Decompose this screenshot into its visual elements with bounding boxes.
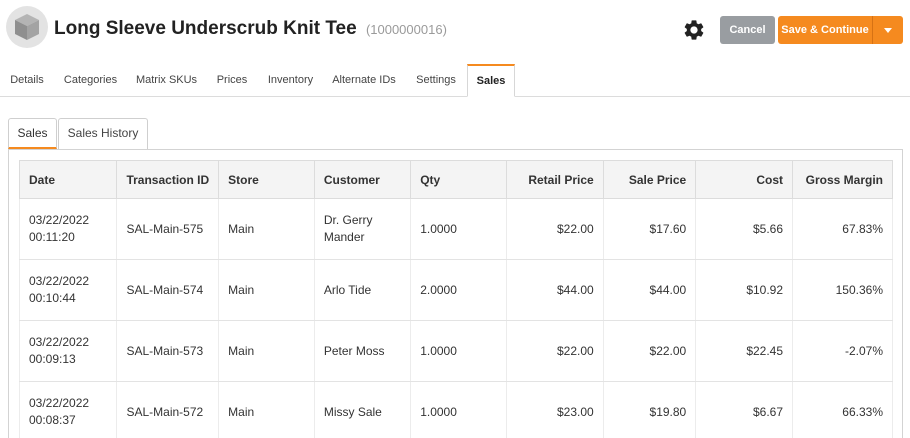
cell-retail-price: $22.00: [506, 320, 604, 382]
cell-transaction-id: SAL-Main-574: [116, 259, 220, 321]
cell-cost: $6.67: [695, 381, 794, 438]
column-header-sale-price[interactable]: Sale Price: [602, 160, 697, 199]
cell-qty: 1.0000: [410, 320, 508, 382]
cell-gross-margin: 67.83%: [792, 198, 893, 260]
cancel-button[interactable]: Cancel: [720, 16, 775, 44]
tab-details[interactable]: Details: [0, 64, 54, 97]
product-sku: (1000000016): [365, 22, 447, 37]
product-logo: [6, 6, 48, 48]
subtab-sales[interactable]: Sales: [8, 118, 57, 149]
cell-date: 03/22/2022 00:08:37: [18, 381, 118, 438]
table-row[interactable]: 03/22/2022 00:08:37 SAL-Main-572 Main Mis…: [18, 381, 893, 438]
cell-date: 03/22/2022 00:10:44: [18, 259, 118, 321]
cell-transaction-id: SAL-Main-572: [116, 381, 220, 438]
tab-inventory[interactable]: Inventory: [258, 64, 323, 97]
cell-customer: Dr. Gerry Mander: [313, 198, 412, 260]
subtab-sales-history[interactable]: Sales History: [58, 118, 148, 149]
cell-transaction-id: SAL-Main-575: [116, 198, 220, 260]
time-value: 00:10:44: [29, 291, 76, 305]
cell-qty: 2.0000: [410, 259, 508, 321]
time-value: 00:09:13: [29, 352, 76, 366]
tab-prices[interactable]: Prices: [206, 64, 258, 97]
table-header-row: Date Transaction ID Store Customer Qty R…: [18, 160, 893, 199]
date-value: 03/22/2022: [29, 274, 90, 288]
table-row[interactable]: 03/22/2022 00:11:20 SAL-Main-575 Main Dr.…: [18, 198, 893, 260]
cell-date: 03/22/2022 00:11:20: [18, 198, 118, 260]
column-header-customer[interactable]: Customer: [313, 160, 412, 199]
date-value: 03/22/2022: [29, 396, 90, 410]
cell-store: Main: [218, 198, 315, 260]
cell-sale-price: $17.60: [602, 198, 697, 260]
cube-icon: [15, 14, 39, 40]
cell-retail-price: $23.00: [506, 381, 604, 438]
cell-sale-price: $19.80: [602, 381, 697, 438]
cell-cost: $5.66: [695, 198, 794, 260]
column-header-qty[interactable]: Qty: [410, 160, 508, 199]
save-options-dropdown[interactable]: [872, 16, 903, 44]
column-header-store[interactable]: Store: [218, 160, 315, 199]
table-row[interactable]: 03/22/2022 00:09:13 SAL-Main-573 Main Pet…: [18, 320, 893, 382]
cell-retail-price: $22.00: [506, 198, 604, 260]
cell-qty: 1.0000: [410, 381, 508, 438]
date-value: 03/22/2022: [29, 335, 90, 349]
cell-store: Main: [218, 259, 315, 321]
cell-gross-margin: -2.07%: [792, 320, 893, 382]
caret-down-icon: [884, 27, 892, 33]
table-row[interactable]: 03/22/2022 00:10:44 SAL-Main-574 Main Arl…: [18, 259, 893, 321]
column-header-transaction-id[interactable]: Transaction ID: [116, 160, 220, 199]
product-tabs: Details Categories Matrix SKUs Prices In…: [0, 64, 910, 97]
cell-customer: Missy Sale: [313, 381, 412, 438]
cell-gross-margin: 66.33%: [792, 381, 893, 438]
cell-cost: $22.45: [695, 320, 794, 382]
tab-matrix-skus[interactable]: Matrix SKUs: [127, 64, 206, 97]
time-value: 00:08:37: [29, 413, 76, 427]
tab-sales[interactable]: Sales: [467, 64, 515, 97]
tab-settings[interactable]: Settings: [405, 64, 467, 97]
cell-qty: 1.0000: [410, 198, 508, 260]
page-header: Long Sleeve Underscrub Knit Tee (1000000…: [0, 0, 910, 62]
tab-categories[interactable]: Categories: [54, 64, 127, 97]
cell-customer: Peter Moss: [313, 320, 412, 382]
cell-customer: Arlo Tide: [313, 259, 412, 321]
sales-content: Sales Sales History Date Transaction ID …: [0, 97, 910, 438]
cell-cost: $10.92: [695, 259, 794, 321]
cell-retail-price: $44.00: [506, 259, 604, 321]
cell-sale-price: $44.00: [602, 259, 697, 321]
cell-transaction-id: SAL-Main-573: [116, 320, 220, 382]
gear-icon[interactable]: [682, 18, 706, 42]
sales-panel: Date Transaction ID Store Customer Qty R…: [8, 149, 903, 438]
product-name: Long Sleeve Underscrub Knit Tee: [54, 18, 357, 39]
tab-alternate-ids[interactable]: Alternate IDs: [323, 64, 405, 97]
cell-gross-margin: 150.36%: [792, 259, 893, 321]
cell-store: Main: [218, 381, 315, 438]
sales-table: Date Transaction ID Store Customer Qty R…: [18, 160, 893, 438]
column-header-date[interactable]: Date: [18, 160, 118, 199]
cell-sale-price: $22.00: [602, 320, 697, 382]
column-header-retail-price[interactable]: Retail Price: [506, 160, 604, 199]
column-header-cost[interactable]: Cost: [695, 160, 794, 199]
cell-date: 03/22/2022 00:09:13: [18, 320, 118, 382]
save-continue-button[interactable]: Save & Continue: [778, 16, 872, 44]
column-header-gross-margin[interactable]: Gross Margin: [792, 160, 893, 199]
date-value: 03/22/2022: [29, 213, 90, 227]
page-title: Long Sleeve Underscrub Knit Tee (1000000…: [54, 18, 447, 40]
cell-store: Main: [218, 320, 315, 382]
time-value: 00:11:20: [29, 230, 75, 244]
